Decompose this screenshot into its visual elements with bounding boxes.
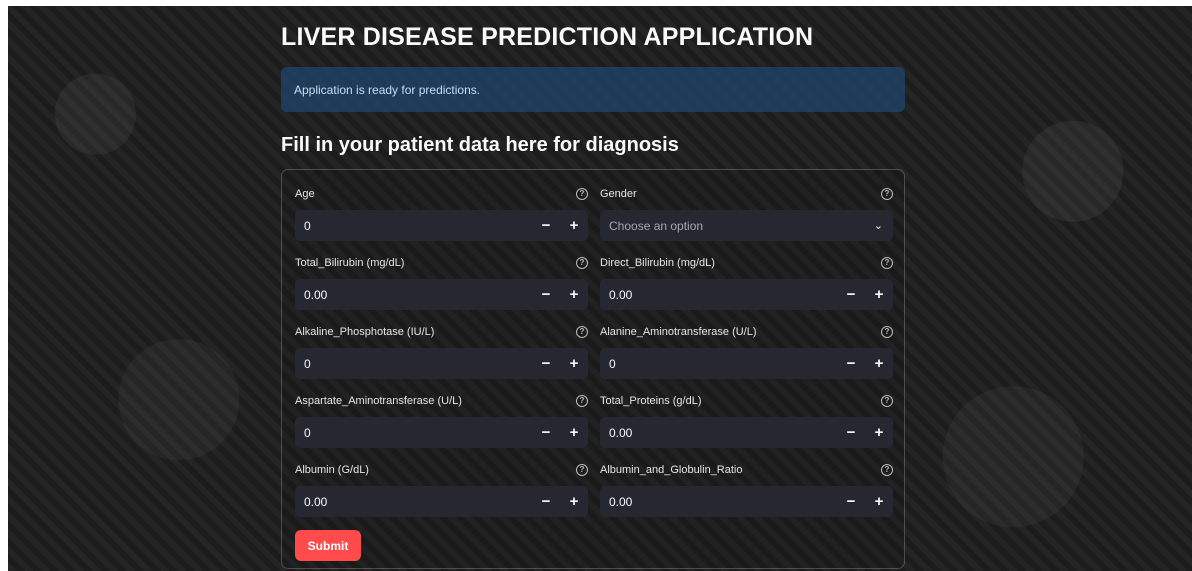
total-proteins-label: Total_Proteins (g/dL)	[600, 395, 702, 407]
minus-icon[interactable]: −	[837, 417, 865, 448]
age-number-input: − +	[295, 210, 588, 241]
form-section-title: Fill in your patient data here for diagn…	[281, 134, 679, 156]
total-proteins-field: Total_Proteins (g/dL) ? − +	[600, 391, 893, 460]
albumin-label: Albumin (G/dL)	[295, 464, 369, 476]
window-top-edge	[0, 0, 1192, 6]
aspartate-aminotransferase-field: Aspartate_Aminotransferase (U/L) ? − +	[295, 391, 588, 460]
direct-bilirubin-label: Direct_Bilirubin (mg/dL)	[600, 257, 715, 269]
question-circle-icon[interactable]: ?	[576, 257, 588, 269]
minus-icon[interactable]: −	[532, 210, 560, 241]
total-bilirubin-number-input: − +	[295, 279, 588, 310]
aspartate-aminotransferase-input[interactable]	[295, 417, 532, 448]
direct-bilirubin-input[interactable]	[600, 279, 837, 310]
minus-icon[interactable]: −	[837, 279, 865, 310]
question-circle-icon[interactable]: ?	[881, 326, 893, 338]
plus-icon[interactable]: +	[865, 279, 893, 310]
plus-icon[interactable]: +	[560, 210, 588, 241]
gender-label: Gender	[600, 188, 637, 200]
albumin-input[interactable]	[295, 486, 532, 517]
question-circle-icon[interactable]: ?	[576, 464, 588, 476]
question-circle-icon[interactable]: ?	[881, 395, 893, 407]
albumin-globulin-ratio-field: Albumin_and_Globulin_Ratio ? − +	[600, 460, 893, 529]
gender-select-placeholder: Choose an option	[609, 218, 704, 233]
question-circle-icon[interactable]: ?	[881, 257, 893, 269]
alanine-aminotransferase-label: Alanine_Aminotransferase (U/L)	[600, 326, 757, 338]
main-content: LIVER DISEASE PREDICTION APPLICATION App…	[281, 18, 905, 569]
plus-icon[interactable]: +	[865, 486, 893, 517]
direct-bilirubin-number-input: − +	[600, 279, 893, 310]
total-proteins-number-input: − +	[600, 417, 893, 448]
plus-icon[interactable]: +	[560, 486, 588, 517]
minus-icon[interactable]: −	[532, 348, 560, 379]
info-alert-text: Application is ready for predictions.	[294, 82, 481, 97]
alkaline-phosphotase-label: Alkaline_Phosphotase (IU/L)	[295, 326, 435, 338]
total-bilirubin-input[interactable]	[295, 279, 532, 310]
plus-icon[interactable]: +	[560, 279, 588, 310]
minus-icon[interactable]: −	[837, 348, 865, 379]
alanine-aminotransferase-number-input: − +	[600, 348, 893, 379]
albumin-globulin-ratio-number-input: − +	[600, 486, 893, 517]
age-label: Age	[295, 188, 315, 200]
plus-icon[interactable]: +	[865, 348, 893, 379]
direct-bilirubin-field: Direct_Bilirubin (mg/dL) ? − +	[600, 253, 893, 322]
question-circle-icon[interactable]: ?	[881, 464, 893, 476]
aspartate-aminotransferase-label: Aspartate_Aminotransferase (U/L)	[295, 395, 462, 407]
alkaline-phosphotase-field: Alkaline_Phosphotase (IU/L) ? − +	[295, 322, 588, 391]
albumin-globulin-ratio-input[interactable]	[600, 486, 837, 517]
question-circle-icon[interactable]: ?	[576, 188, 588, 200]
form-grid: Age ? − + Gender ? Choose an option ⌄	[295, 184, 893, 529]
plus-icon[interactable]: +	[560, 417, 588, 448]
alkaline-phosphotase-input[interactable]	[295, 348, 532, 379]
albumin-globulin-ratio-label: Albumin_and_Globulin_Ratio	[600, 464, 743, 476]
plus-icon[interactable]: +	[560, 348, 588, 379]
submit-button[interactable]: Submit	[295, 530, 361, 561]
page-title: LIVER DISEASE PREDICTION APPLICATION	[281, 23, 814, 51]
age-input[interactable]	[295, 210, 532, 241]
albumin-field: Albumin (G/dL) ? − +	[295, 460, 588, 529]
age-field: Age ? − +	[295, 184, 588, 253]
aspartate-aminotransferase-number-input: − +	[295, 417, 588, 448]
total-bilirubin-field: Total_Bilirubin (mg/dL) ? − +	[295, 253, 588, 322]
patient-data-form: Age ? − + Gender ? Choose an option ⌄	[281, 169, 905, 569]
question-circle-icon[interactable]: ?	[576, 326, 588, 338]
minus-icon[interactable]: −	[532, 417, 560, 448]
window-left-edge	[0, 0, 8, 571]
alanine-aminotransferase-input[interactable]	[600, 348, 837, 379]
total-proteins-input[interactable]	[600, 417, 837, 448]
gender-field: Gender ? Choose an option ⌄	[600, 184, 893, 253]
minus-icon[interactable]: −	[532, 486, 560, 517]
gender-select[interactable]: Choose an option ⌄	[600, 210, 893, 241]
question-circle-icon[interactable]: ?	[881, 188, 893, 200]
question-circle-icon[interactable]: ?	[576, 395, 588, 407]
total-bilirubin-label: Total_Bilirubin (mg/dL)	[295, 257, 405, 269]
info-alert: Application is ready for predictions.	[281, 67, 905, 112]
minus-icon[interactable]: −	[532, 279, 560, 310]
alanine-aminotransferase-field: Alanine_Aminotransferase (U/L) ? − +	[600, 322, 893, 391]
minus-icon[interactable]: −	[837, 486, 865, 517]
chevron-down-icon: ⌄	[873, 220, 883, 232]
plus-icon[interactable]: +	[865, 417, 893, 448]
alkaline-phosphotase-number-input: − +	[295, 348, 588, 379]
albumin-number-input: − +	[295, 486, 588, 517]
